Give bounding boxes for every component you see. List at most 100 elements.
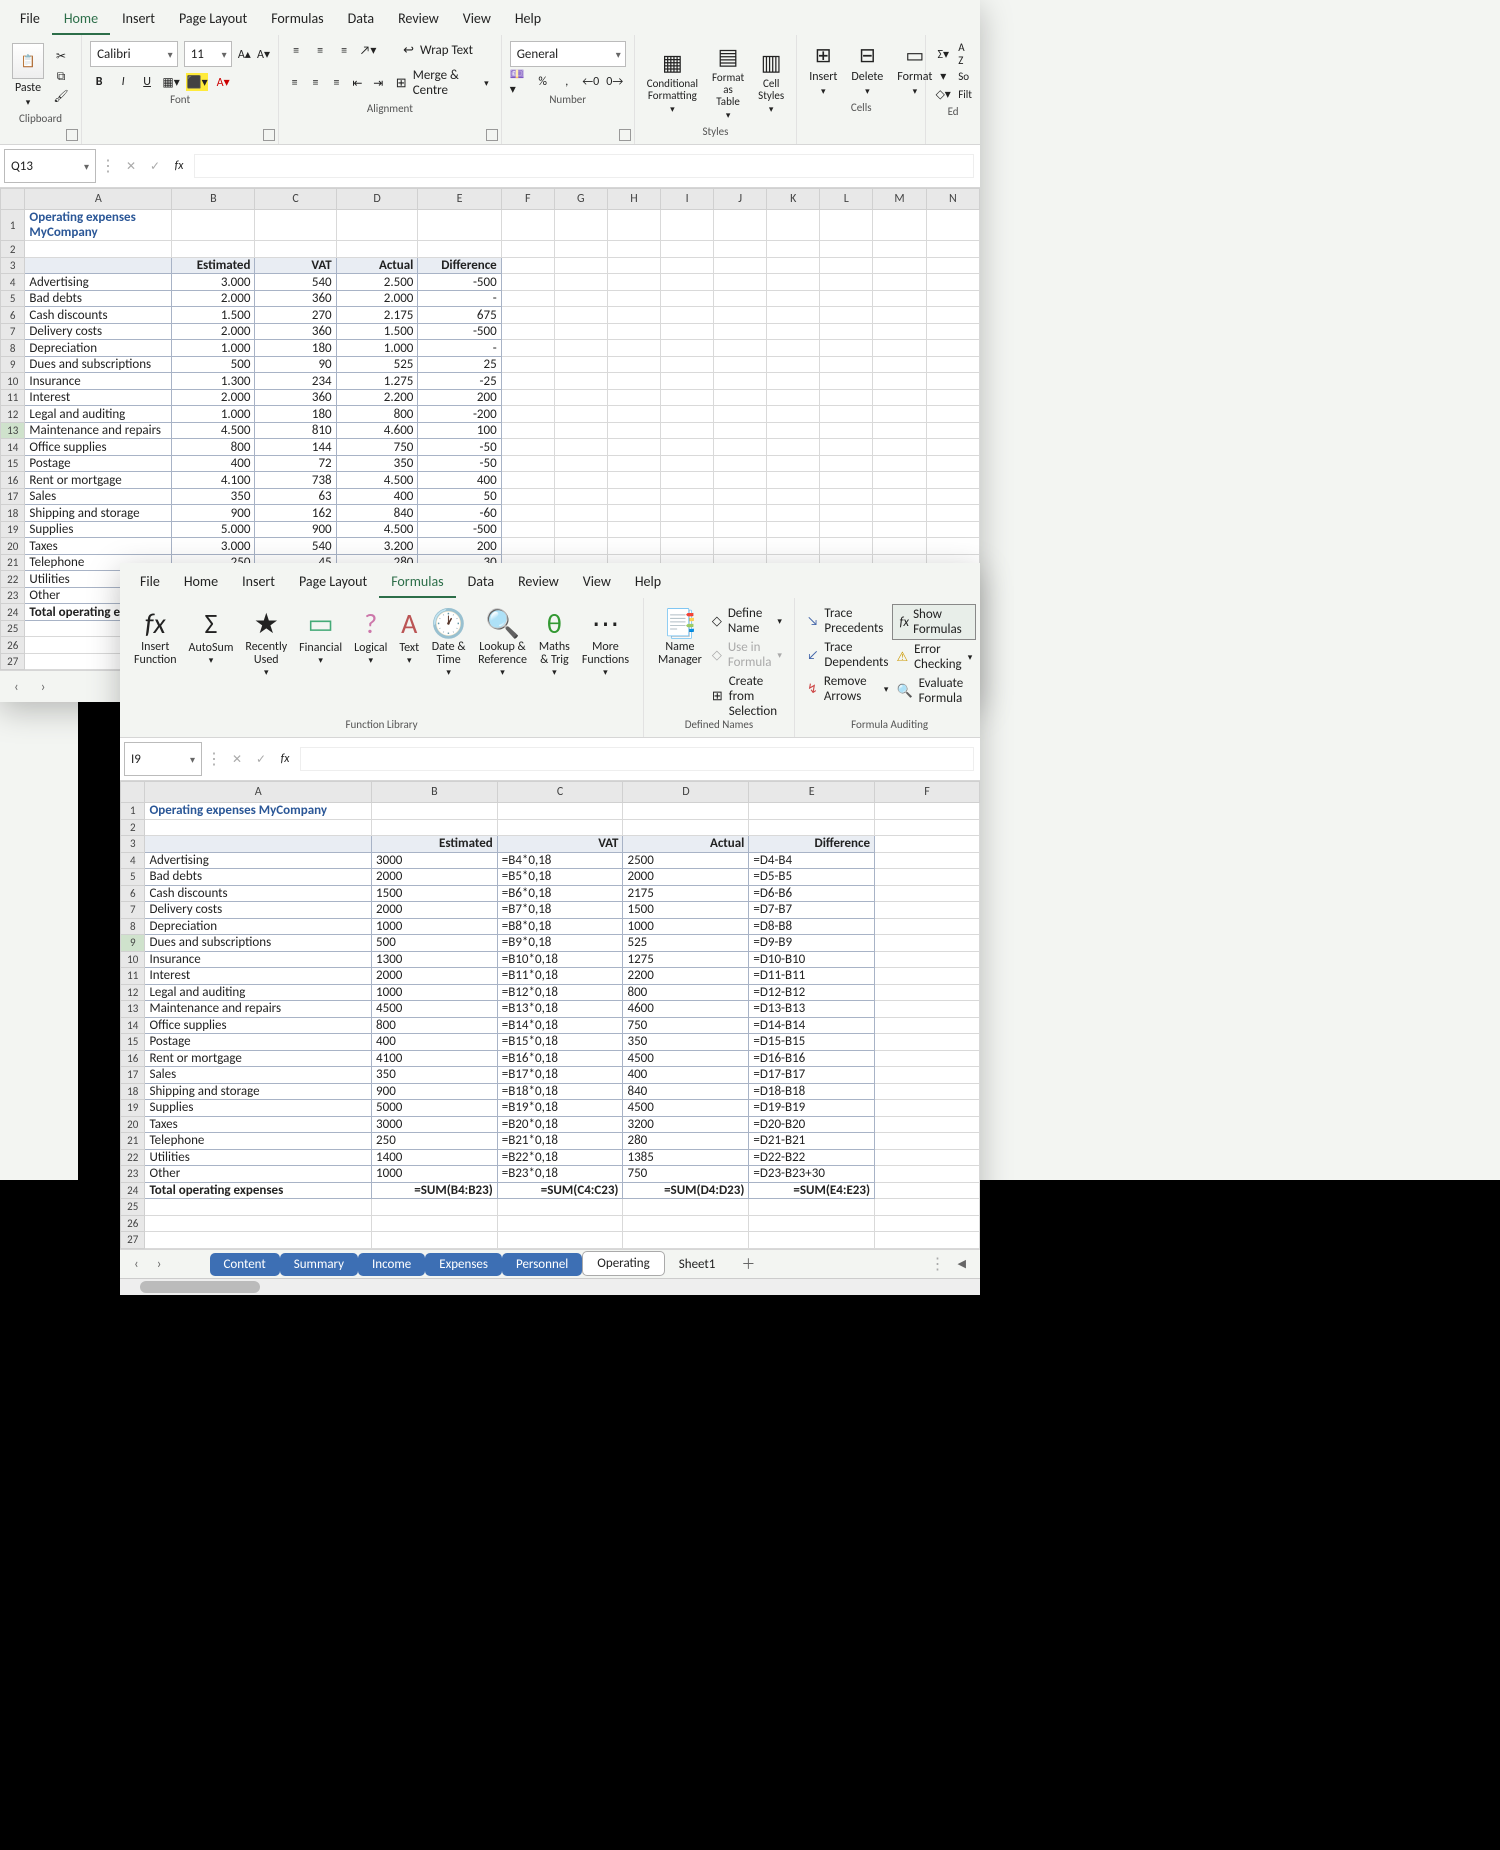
trace-precedents-button[interactable]: ↘Trace Precedents <box>803 604 893 638</box>
col-header-G[interactable]: G <box>554 189 607 210</box>
cell[interactable] <box>767 406 820 423</box>
cell[interactable]: 360 <box>255 389 336 406</box>
cell[interactable] <box>623 819 749 836</box>
cell[interactable] <box>820 389 873 406</box>
header-cell[interactable] <box>873 257 926 274</box>
cell[interactable] <box>767 373 820 390</box>
cell[interactable]: 750 <box>623 1166 749 1183</box>
cell[interactable]: 1.000 <box>172 406 255 423</box>
cell[interactable] <box>372 1232 498 1249</box>
cell[interactable] <box>820 274 873 291</box>
cell[interactable] <box>875 935 980 952</box>
cell[interactable] <box>767 472 820 489</box>
cell[interactable]: 2.000 <box>336 290 418 307</box>
cell[interactable]: 2.500 <box>336 274 418 291</box>
cell[interactable]: =B8*0,18 <box>497 918 623 935</box>
define-name-button[interactable]: ◇Define Name▾ <box>708 604 786 638</box>
row-header[interactable]: 13 <box>121 1001 145 1018</box>
row-header[interactable]: 2 <box>121 819 145 836</box>
cell[interactable]: 4500 <box>623 1100 749 1117</box>
cell[interactable]: 3.000 <box>172 274 255 291</box>
format-as-table-button[interactable]: ▤Format as Table▾ <box>708 41 748 123</box>
cell[interactable] <box>501 439 554 456</box>
row-header[interactable]: 24 <box>121 1182 145 1199</box>
cell[interactable] <box>623 1215 749 1232</box>
cell[interactable] <box>714 521 767 538</box>
cell[interactable] <box>501 274 554 291</box>
row-header[interactable]: 16 <box>121 1050 145 1067</box>
cell[interactable]: 4500 <box>372 1001 498 1018</box>
cell[interactable]: 250 <box>372 1133 498 1150</box>
cell[interactable] <box>873 241 926 258</box>
header-cell[interactable] <box>25 257 172 274</box>
cell[interactable]: 1400 <box>372 1149 498 1166</box>
row-header[interactable]: 21 <box>121 1133 145 1150</box>
cell[interactable]: =D4-B4 <box>749 852 875 869</box>
cell[interactable]: =D7-B7 <box>749 902 875 919</box>
align-right-icon[interactable]: ≡ <box>329 74 344 92</box>
clear-icon[interactable]: ◇▾ <box>934 85 952 103</box>
enter-formula-icon[interactable]: ✓ <box>252 750 270 768</box>
header-cell[interactable] <box>607 257 660 274</box>
cell[interactable] <box>926 340 979 357</box>
cell[interactable]: 350 <box>336 455 418 472</box>
cell[interactable] <box>873 455 926 472</box>
cell[interactable] <box>501 472 554 489</box>
cell[interactable]: 4600 <box>623 1001 749 1018</box>
header-cell[interactable]: Difference <box>418 257 501 274</box>
cell[interactable]: Legal and auditing <box>25 406 172 423</box>
cell[interactable]: -60 <box>418 505 501 522</box>
header-cell[interactable] <box>767 257 820 274</box>
cell[interactable] <box>25 241 172 258</box>
cell[interactable] <box>714 406 767 423</box>
cell[interactable]: -500 <box>418 521 501 538</box>
cell[interactable] <box>145 819 372 836</box>
ribbon-tab-file[interactable]: File <box>8 4 52 35</box>
trace-dependents-button[interactable]: ↙Trace Dependents <box>803 638 893 672</box>
cell[interactable]: 72 <box>255 455 336 472</box>
cell[interactable]: 400 <box>172 455 255 472</box>
cell[interactable]: Cash discounts <box>25 307 172 324</box>
col-header-A[interactable]: A <box>25 189 172 210</box>
cell[interactable] <box>607 521 660 538</box>
underline-button[interactable]: U <box>138 73 156 91</box>
row-header[interactable]: 9 <box>121 935 145 952</box>
cell[interactable] <box>767 307 820 324</box>
insert-cells-button[interactable]: ⊞Insert▾ <box>805 41 841 99</box>
cell[interactable] <box>749 819 875 836</box>
header-cell[interactable] <box>501 257 554 274</box>
col-header-F[interactable]: F <box>875 782 980 803</box>
cell[interactable] <box>820 340 873 357</box>
copy-button[interactable]: ⧉ <box>52 68 70 86</box>
cell[interactable]: Supplies <box>25 521 172 538</box>
col-header-E[interactable]: E <box>418 189 501 210</box>
cell[interactable]: Delivery costs <box>25 323 172 340</box>
cell[interactable]: 3200 <box>623 1116 749 1133</box>
cell[interactable] <box>873 538 926 555</box>
cell[interactable] <box>714 422 767 439</box>
row-header[interactable]: 6 <box>121 885 145 902</box>
increase-indent-icon[interactable]: ⇥ <box>371 74 386 92</box>
cell[interactable] <box>873 356 926 373</box>
paste-button[interactable]: 📋 Paste▾ <box>8 41 48 110</box>
row-header[interactable]: 19 <box>121 1100 145 1117</box>
title-cell[interactable]: Operating expenses MyCompany <box>145 803 372 820</box>
cell[interactable]: 750 <box>336 439 418 456</box>
cell[interactable]: =D12-B12 <box>749 984 875 1001</box>
cell[interactable]: 1385 <box>623 1149 749 1166</box>
cell[interactable]: 5000 <box>372 1100 498 1117</box>
cell[interactable]: 63 <box>255 488 336 505</box>
cell[interactable]: =D10-B10 <box>749 951 875 968</box>
number-format-select[interactable]: General <box>510 41 626 67</box>
cell[interactable]: 1.000 <box>336 340 418 357</box>
cell[interactable]: 234 <box>255 373 336 390</box>
cell[interactable] <box>749 1215 875 1232</box>
cell[interactable]: 350 <box>623 1034 749 1051</box>
cell[interactable] <box>873 290 926 307</box>
cell[interactable]: Taxes <box>25 538 172 555</box>
row-header[interactable]: 16 <box>1 472 25 489</box>
cell[interactable]: 1000 <box>623 918 749 935</box>
cell[interactable]: =B19*0,18 <box>497 1100 623 1117</box>
cell[interactable]: =D9-B9 <box>749 935 875 952</box>
cell[interactable] <box>497 819 623 836</box>
